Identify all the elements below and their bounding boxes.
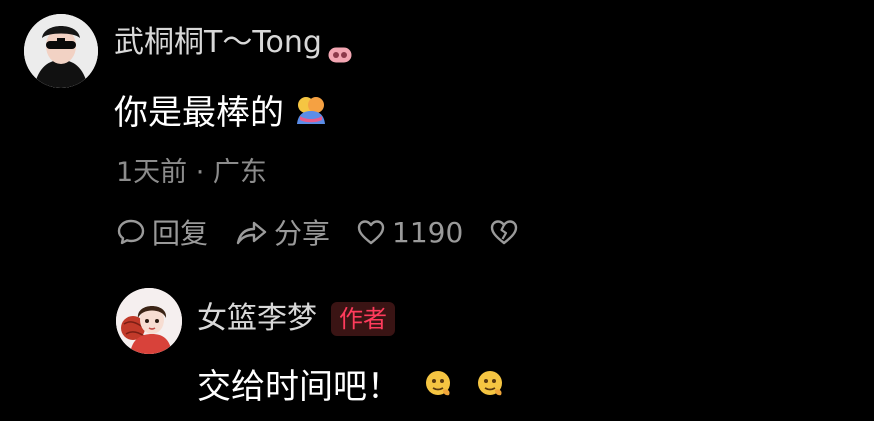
author-badge: 作者: [331, 302, 395, 336]
username-text: 武桐桐T～Tong: [114, 25, 322, 60]
comment-username[interactable]: 武桐桐T～Tong: [114, 24, 352, 63]
face-emoji-icon: [475, 366, 505, 408]
share-button[interactable]: 分享: [234, 212, 330, 252]
share-label: 分享: [274, 217, 331, 250]
share-arrow-icon: [236, 221, 267, 245]
reply-text: 交给时间吧！: [197, 367, 401, 407]
reply-username-text: 女篮李梦: [197, 301, 317, 336]
broken-heart-icon: [491, 220, 518, 245]
reply-label: 回复: [152, 217, 209, 250]
hug-emoji-icon: [294, 92, 328, 134]
comment-actions: 回复 分享 1190: [116, 214, 551, 250]
comment-thread: 武桐桐T～Tong 你是最棒的 1天前 · 广东 回复 分享 1190 女篮李梦…: [0, 0, 874, 421]
comment-text: 你是最棒的: [114, 93, 284, 133]
reply-body: 交给时间吧！: [197, 366, 505, 408]
like-button[interactable]: 1190: [356, 216, 463, 249]
pig-icon: [328, 35, 352, 63]
like-count: 1190: [392, 215, 464, 249]
face-emoji-icon: [423, 366, 453, 408]
reply-button[interactable]: 回复: [116, 212, 208, 252]
heart-icon: [357, 220, 385, 245]
user-avatar-image: [24, 14, 98, 88]
dislike-button[interactable]: [489, 218, 525, 246]
author-avatar[interactable]: [116, 288, 182, 354]
avatar[interactable]: [24, 14, 98, 88]
comment-meta: 1天前 · 广东: [116, 157, 267, 188]
reply-username[interactable]: 女篮李梦 作者: [197, 300, 395, 338]
author-avatar-image: [116, 288, 182, 354]
comment-body: 你是最棒的: [114, 92, 328, 134]
speech-bubble-icon: [117, 219, 145, 245]
